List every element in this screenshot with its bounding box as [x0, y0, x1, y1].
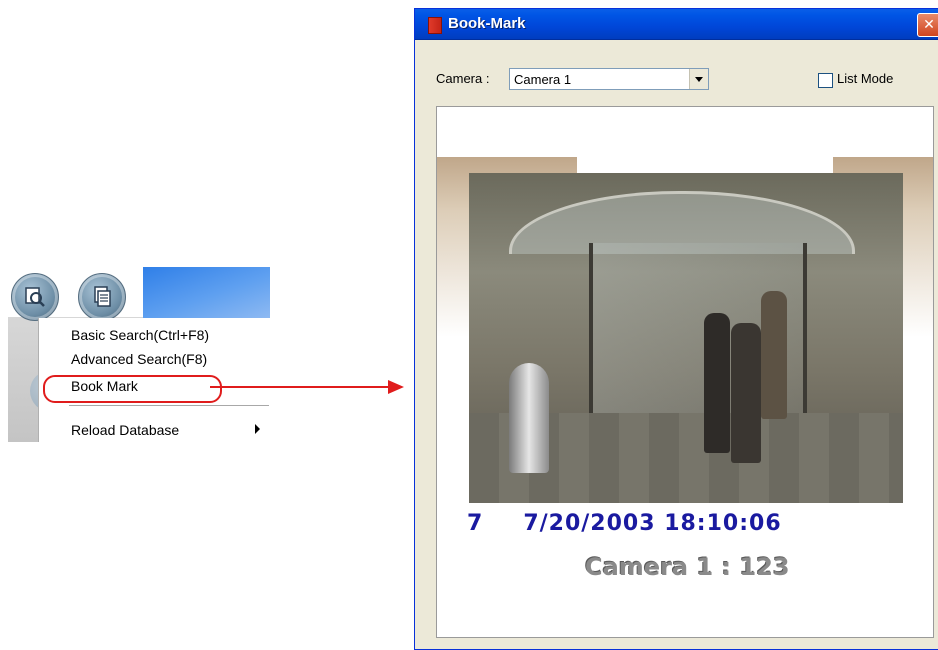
search-button[interactable]: [11, 273, 59, 321]
list-mode-checkbox[interactable]: [818, 73, 833, 88]
menu-item-basic-search[interactable]: Basic Search(Ctrl+F8): [71, 325, 209, 345]
menu-item-reload-database[interactable]: Reload Database: [71, 420, 179, 440]
close-button[interactable]: ✕: [917, 13, 938, 37]
toolbar-background: [143, 267, 270, 319]
dialog-title: Book-Mark: [448, 15, 526, 32]
title-bar[interactable]: Book-Mark ✕: [415, 9, 938, 40]
channel-number: 7: [467, 511, 484, 536]
person-figure: [704, 313, 730, 453]
book-mark-highlight: [43, 375, 222, 403]
camera-caption: Camera 1 : 123: [585, 553, 790, 581]
book-mark-dialog: Book-Mark ✕ Camera : Camera 1 List Mode …: [414, 8, 938, 650]
document-icon: [94, 286, 111, 307]
callout-arrow-icon: [210, 380, 404, 394]
camera-label: Camera :: [436, 71, 490, 86]
menu-item-advanced-search[interactable]: Advanced Search(F8): [71, 349, 207, 369]
menu-separator: [69, 405, 269, 406]
camera-snapshot: [469, 173, 903, 503]
timestamp-value: 7/20/2003 18:10:06: [523, 511, 782, 536]
person-figure: [731, 323, 761, 463]
chevron-down-icon[interactable]: [689, 69, 708, 89]
chevron-right-icon: [255, 424, 260, 434]
person-figure: [761, 291, 787, 419]
search-icon: [25, 287, 45, 307]
book-icon: [428, 17, 442, 34]
report-button[interactable]: [78, 273, 126, 321]
bollard: [509, 363, 549, 473]
camera-select[interactable]: Camera 1: [509, 68, 709, 90]
bookmark-preview[interactable]: 7 7/20/2003 18:10:06 Camera 1 : 123: [436, 106, 934, 638]
list-mode-label: List Mode: [837, 71, 894, 86]
snapshot-timestamp: 7 7/20/2003 18:10:06: [467, 511, 782, 536]
camera-select-value: Camera 1: [514, 72, 572, 87]
